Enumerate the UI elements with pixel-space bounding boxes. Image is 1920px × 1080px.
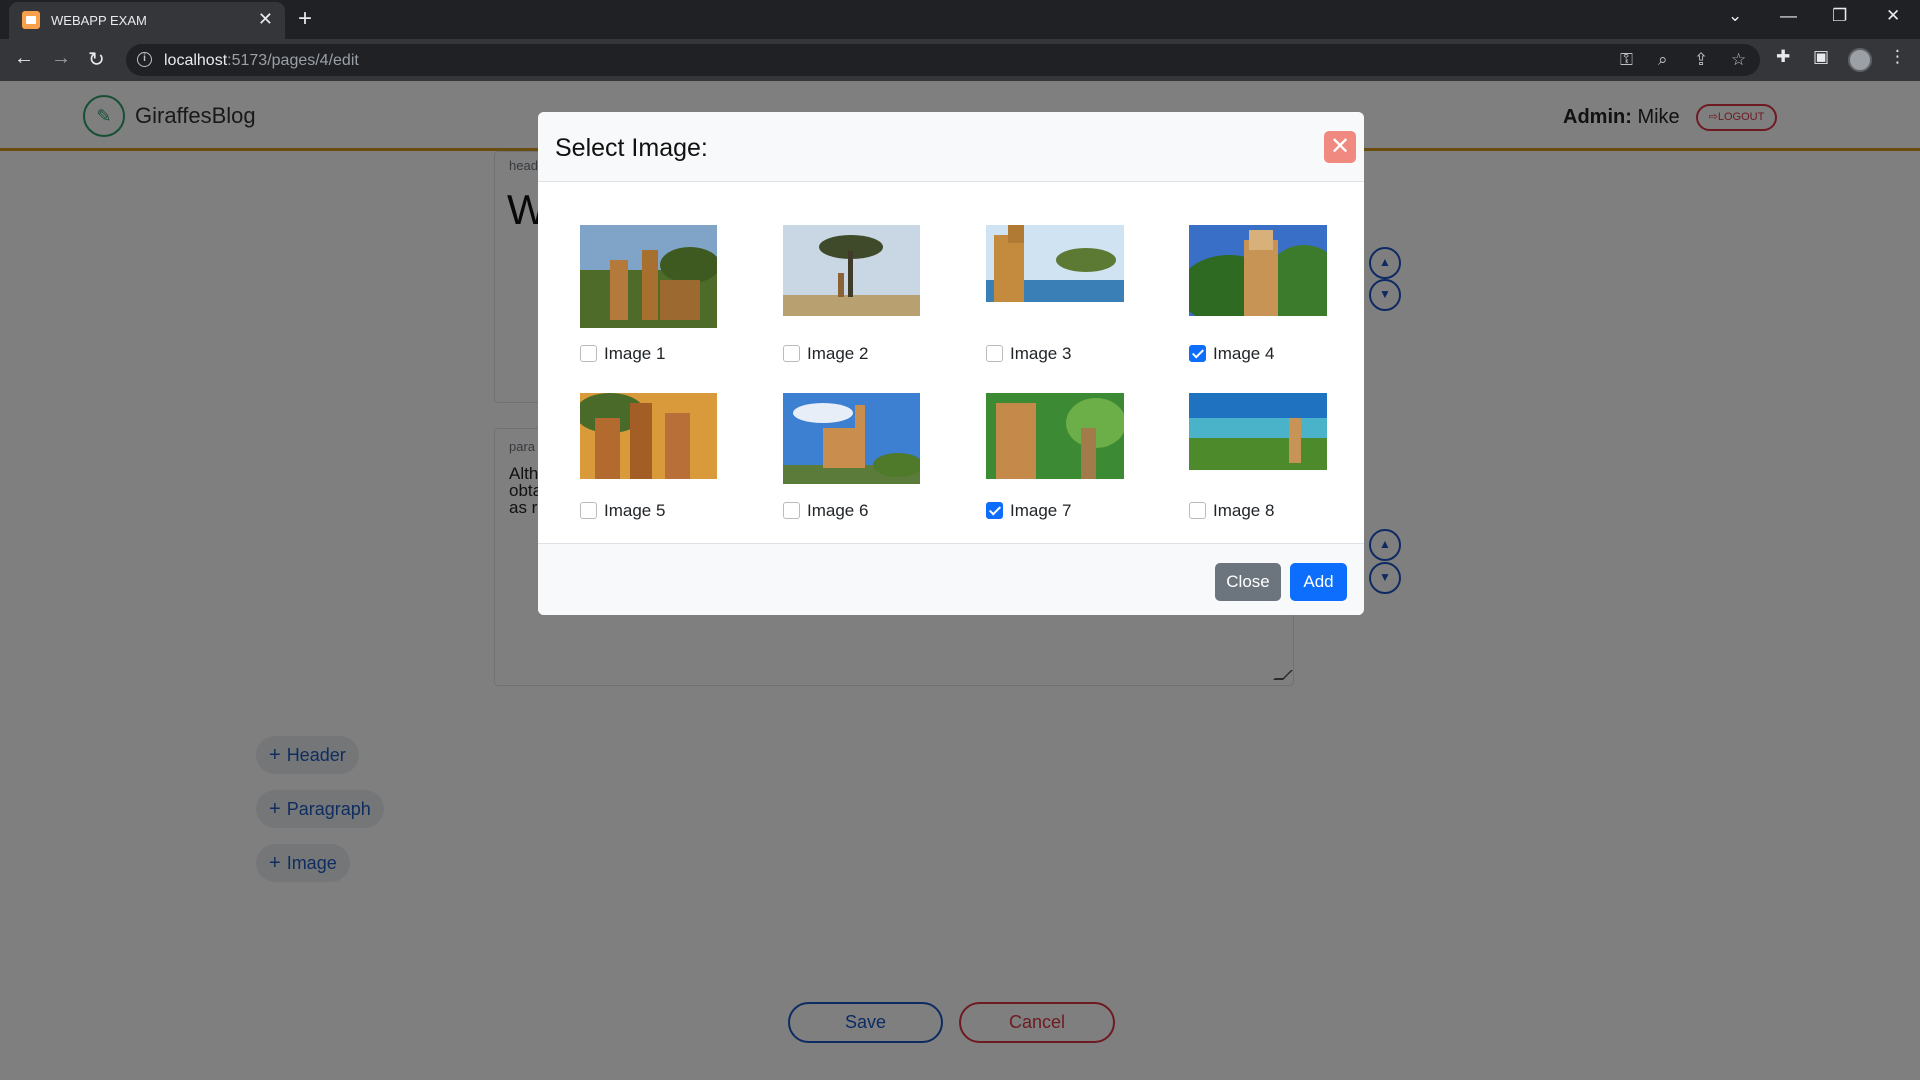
image-1-label[interactable]: Image 1 xyxy=(604,344,665,364)
image-4-checkbox[interactable] xyxy=(1189,345,1206,362)
url-text: localhost:5173/pages/4/edit xyxy=(164,52,359,69)
forward-icon[interactable]: → xyxy=(51,47,71,70)
image-6-checkbox[interactable] xyxy=(783,502,800,519)
address-bar[interactable]: i localhost:5173/pages/4/edit ⚿ ⌕ ⇪ ☆ xyxy=(126,44,1760,76)
modal-footer: Close Add xyxy=(538,543,1364,615)
image-7-checkbox[interactable] xyxy=(986,502,1003,519)
image-5-checkbox[interactable] xyxy=(580,502,597,519)
share-icon[interactable]: ⇪ xyxy=(1694,50,1708,70)
new-tab-icon[interactable]: + xyxy=(298,5,312,33)
tab-close-icon[interactable]: ✕ xyxy=(258,9,273,30)
modal-close-icon[interactable]: ✕ xyxy=(1324,131,1356,163)
browser-tabstrip: WEBAPP EXAM ✕ + ⌄ — ❐ ✕ xyxy=(0,0,1920,39)
image-3-label[interactable]: Image 3 xyxy=(1010,344,1071,364)
extensions-icon[interactable]: ✚ xyxy=(1776,47,1790,67)
giraffe-image-7[interactable] xyxy=(986,393,1124,479)
giraffe-image-5[interactable] xyxy=(580,393,717,479)
close-button[interactable]: Close xyxy=(1215,563,1281,601)
giraffe-image-2[interactable] xyxy=(783,225,920,316)
profile-avatar[interactable] xyxy=(1848,48,1872,72)
giraffe-image-3[interactable] xyxy=(986,225,1124,302)
window-close-icon[interactable]: ✕ xyxy=(1886,6,1900,26)
browser-tab[interactable]: WEBAPP EXAM ✕ xyxy=(9,2,285,39)
image-2-label[interactable]: Image 2 xyxy=(807,344,868,364)
giraffe-image-8[interactable] xyxy=(1189,393,1327,470)
image-1-checkbox[interactable] xyxy=(580,345,597,362)
image-8-label[interactable]: Image 8 xyxy=(1213,501,1274,521)
browser-menu-icon[interactable]: ⋮ xyxy=(1889,47,1906,67)
tab-title: WEBAPP EXAM xyxy=(51,13,147,28)
image-7-label[interactable]: Image 7 xyxy=(1010,501,1071,521)
minimize-icon[interactable]: — xyxy=(1780,6,1797,26)
side-panel-icon[interactable]: ▣ xyxy=(1813,47,1829,67)
giraffe-image-1[interactable] xyxy=(580,225,717,328)
browser-toolbar: ← → ↻ i localhost:5173/pages/4/edit ⚿ ⌕ … xyxy=(0,39,1920,81)
image-5-label[interactable]: Image 5 xyxy=(604,501,665,521)
image-6-label[interactable]: Image 6 xyxy=(807,501,868,521)
giraffe-image-6[interactable] xyxy=(783,393,920,484)
image-2-checkbox[interactable] xyxy=(783,345,800,362)
image-8-checkbox[interactable] xyxy=(1189,502,1206,519)
back-icon[interactable]: ← xyxy=(14,47,34,70)
select-image-modal: Select Image: ✕ Image 1 Image 2 Image 3 … xyxy=(538,112,1364,615)
tab-search-icon[interactable]: ⌄ xyxy=(1728,6,1742,26)
image-3-checkbox[interactable] xyxy=(986,345,1003,362)
bookmark-star-icon[interactable]: ☆ xyxy=(1731,50,1746,70)
site-info-icon[interactable]: i xyxy=(137,52,152,67)
image-4-label[interactable]: Image 4 xyxy=(1213,344,1274,364)
reload-icon[interactable]: ↻ xyxy=(88,47,105,72)
giraffe-image-4[interactable] xyxy=(1189,225,1327,316)
key-icon[interactable]: ⚿ xyxy=(1620,50,1633,70)
restore-icon[interactable]: ❐ xyxy=(1832,6,1847,26)
favicon-icon xyxy=(22,11,40,29)
modal-title: Select Image: xyxy=(555,134,708,162)
zoom-icon[interactable]: ⌕ xyxy=(1658,50,1668,70)
add-button[interactable]: Add xyxy=(1290,563,1347,601)
modal-header: Select Image: ✕ xyxy=(538,112,1364,182)
